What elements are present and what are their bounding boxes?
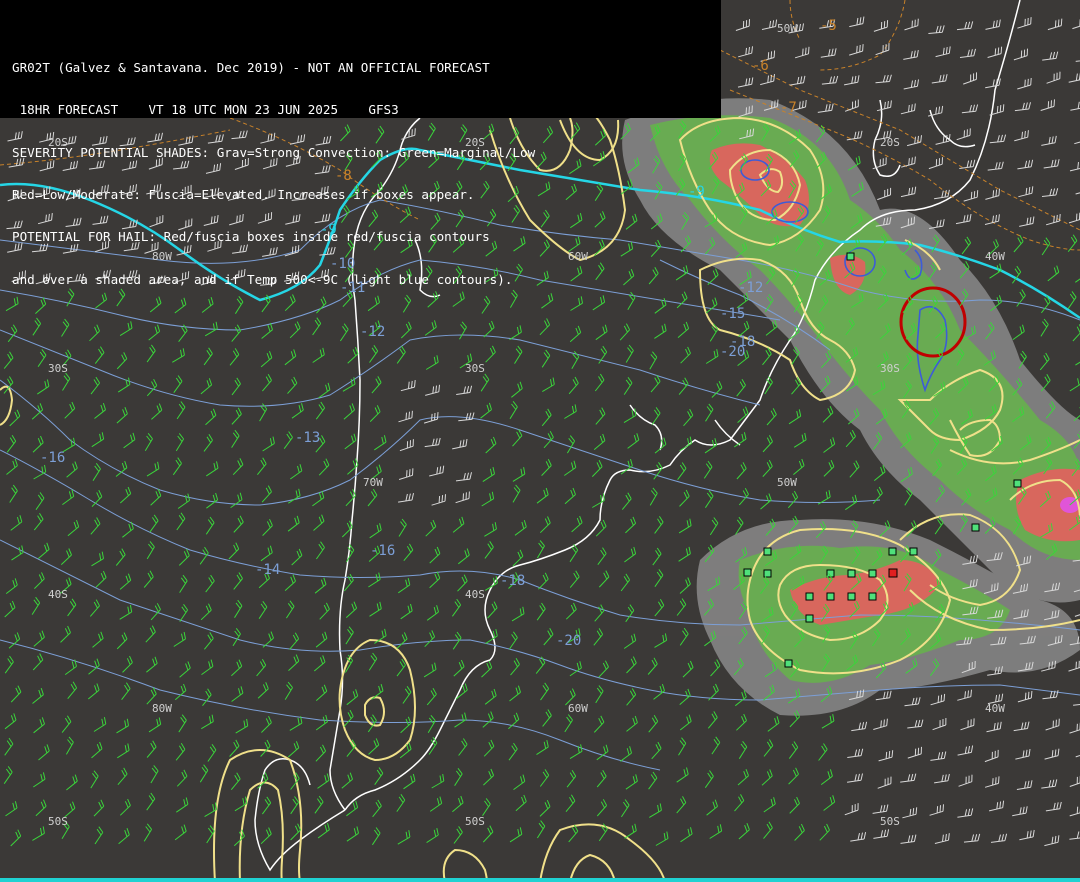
- temp-label: -6: [752, 58, 769, 74]
- temp-label: -18: [500, 573, 525, 589]
- header-line-severity-shades: SEVERITY POTENTIAL SHADES: Grav=Strong C…: [12, 144, 536, 160]
- temp-label: -12: [738, 280, 763, 296]
- lon-label: 50W: [777, 476, 797, 489]
- temp-label: -14: [255, 562, 280, 578]
- lat-label: 50S: [880, 815, 900, 828]
- temp-label: -20: [556, 633, 581, 649]
- temp-label: -16: [370, 543, 395, 559]
- lat-label: 50S: [48, 815, 68, 828]
- temp-label: -16: [40, 450, 65, 466]
- lat-label: 30S: [880, 362, 900, 375]
- temp-label: -12: [360, 324, 385, 340]
- lon-label: 40W: [985, 250, 1005, 263]
- lat-label: 30S: [48, 362, 68, 375]
- lon-label: 40W: [985, 702, 1005, 715]
- header-line-severity-colors: Red=Low/Moderate: Fuscia=Elevated. Incre…: [12, 187, 475, 203]
- lat-label: 30S: [465, 362, 485, 375]
- forecast-header: GR02T (Galvez & Santavana. Dec 2019) - N…: [0, 0, 721, 286]
- lat-label: 20S: [880, 136, 900, 149]
- header-line-title: GR02T (Galvez & Santavana. Dec 2019) - N…: [12, 60, 490, 76]
- temp-label: -7: [780, 100, 797, 116]
- lon-label: 80W: [152, 702, 172, 715]
- temp-label: -15: [720, 306, 745, 322]
- header-line-hail-condition: and over a shaded area, and if Temp 500<…: [12, 271, 513, 287]
- bottom-border-bar: [0, 878, 1080, 882]
- lat-label: 40S: [465, 588, 485, 601]
- temp-label: -20: [720, 344, 745, 360]
- lat-label: 40S: [48, 588, 68, 601]
- header-line-forecast-time: 18HR FORECAST VT 18 UTC MON 23 JUN 2025 …: [12, 102, 399, 118]
- lon-label: 60W: [568, 702, 588, 715]
- lon-label: 50W: [777, 22, 797, 35]
- header-line-hail-potential: POTENTIAL FOR HAIL: Red/fuscia boxes ins…: [12, 229, 490, 245]
- temp-label: -5: [820, 18, 837, 34]
- lon-label: 70W: [363, 476, 383, 489]
- lat-label: 50S: [465, 815, 485, 828]
- temp-label: -13: [295, 430, 320, 446]
